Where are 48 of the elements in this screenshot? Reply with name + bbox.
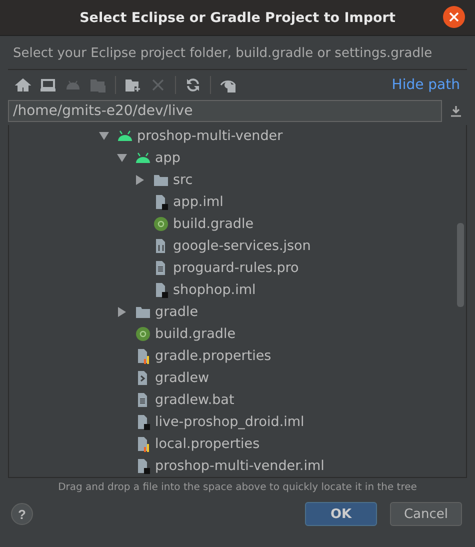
tree-item[interactable]: app.iml bbox=[173, 194, 224, 210]
file-icon bbox=[153, 282, 169, 298]
download-icon[interactable] bbox=[450, 105, 462, 117]
path-field[interactable]: /home/gmits-e20/dev/live bbox=[8, 100, 442, 122]
help-button[interactable]: ? bbox=[11, 503, 33, 525]
new-folder-icon[interactable] bbox=[125, 77, 141, 93]
tree-item[interactable]: gradlew bbox=[155, 370, 210, 386]
home-icon[interactable] bbox=[15, 77, 31, 93]
folder-icon bbox=[153, 172, 169, 188]
cancel-button[interactable]: Cancel bbox=[390, 502, 462, 526]
collapse-arrow-icon[interactable] bbox=[117, 153, 127, 163]
properties-file-icon bbox=[135, 436, 151, 452]
file-icon bbox=[135, 458, 151, 474]
hint-text: Drag and drop a file into the space above to quickly locate it in the tree bbox=[57, 482, 418, 493]
tree-item[interactable]: proguard-rules.pro bbox=[173, 260, 299, 276]
refresh-icon[interactable] bbox=[185, 77, 201, 93]
tree-item[interactable]: live-proshop_droid.iml bbox=[155, 414, 304, 430]
gradle-icon bbox=[135, 326, 151, 342]
android-icon bbox=[117, 128, 133, 144]
tree-item[interactable]: gradlew.bat bbox=[155, 392, 234, 408]
android-icon bbox=[135, 150, 151, 166]
tree-item[interactable]: build.gradle bbox=[173, 216, 254, 232]
description-text: Select your Eclipse project folder, build.gradle or settings.gradle bbox=[12, 45, 434, 63]
monitor-icon[interactable] bbox=[40, 77, 56, 93]
properties-file-icon bbox=[135, 348, 151, 364]
tree-item[interactable]: gradle.properties bbox=[155, 348, 272, 364]
tree-item[interactable]: src bbox=[173, 172, 193, 188]
scrollbar-thumb[interactable] bbox=[457, 223, 464, 307]
tree-item[interactable]: app bbox=[155, 150, 180, 166]
tree-item[interactable]: shophop.iml bbox=[173, 282, 256, 298]
file-icon bbox=[135, 414, 151, 430]
expand-arrow-icon[interactable] bbox=[135, 175, 145, 185]
hide-path-link[interactable]: Hide path bbox=[392, 77, 460, 93]
folder-icon bbox=[135, 304, 151, 320]
tree-item[interactable]: proshop-multi-vender bbox=[137, 128, 283, 144]
tree-item[interactable]: build.gradle bbox=[155, 326, 236, 342]
tree-item[interactable]: google-services.json bbox=[173, 238, 311, 254]
close-icon bbox=[449, 12, 459, 22]
tree-item[interactable]: gradle bbox=[155, 304, 198, 320]
file-icon bbox=[153, 194, 169, 210]
tree-item[interactable]: proshop-multi-vender.iml bbox=[155, 458, 324, 474]
window-title: Select Eclipse or Gradle Project to Import bbox=[80, 10, 396, 26]
close-button[interactable] bbox=[443, 6, 465, 28]
gradle-icon bbox=[153, 216, 169, 232]
ok-button[interactable]: OK bbox=[305, 502, 377, 526]
tree-item[interactable]: local.properties bbox=[155, 436, 260, 452]
expand-arrow-icon[interactable] bbox=[117, 307, 127, 317]
collapse-arrow-icon[interactable] bbox=[99, 131, 109, 141]
